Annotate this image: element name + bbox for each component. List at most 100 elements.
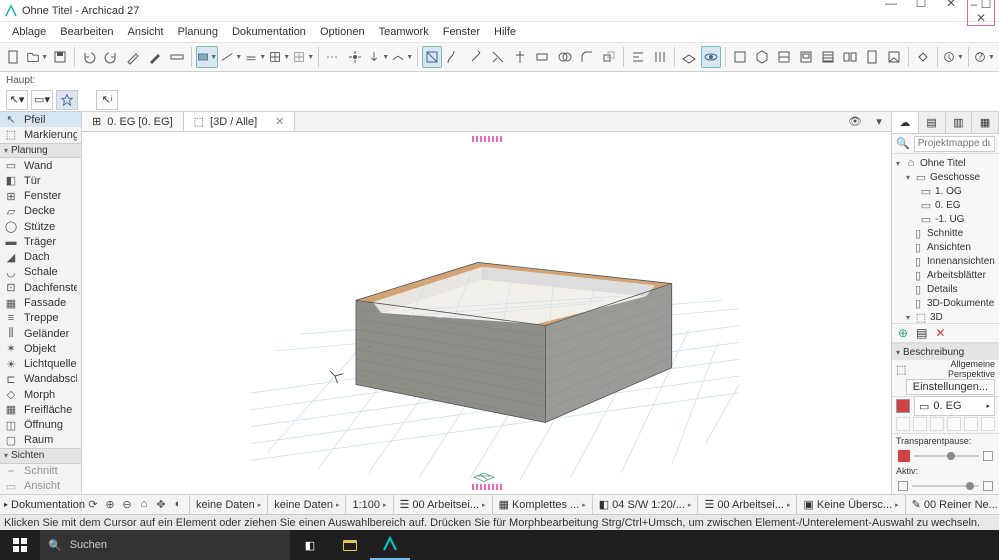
status-arbeit[interactable]: ☰00 Arbeitsei...▸	[393, 495, 492, 514]
status-zoom-icon[interactable]: ⊕	[103, 498, 117, 511]
action-center-icon[interactable]: ▼	[942, 46, 964, 68]
tool-raum[interactable]: ▢Raum	[0, 433, 81, 448]
tool-morph[interactable]: ◇Morph	[0, 387, 81, 402]
taskbar-taskview-icon[interactable]: ◧	[290, 530, 330, 560]
status-reiner[interactable]: ✎00 Reiner Ne...▸	[905, 495, 999, 514]
magic-wand-icon[interactable]	[466, 46, 486, 68]
tool-freiflaeche[interactable]: ▦Freifläche	[0, 402, 81, 417]
trim-icon[interactable]	[488, 46, 508, 68]
cursor-info-icon[interactable]: ↖i	[96, 90, 118, 110]
group-mode-icon[interactable]: ▭▾	[31, 90, 53, 110]
taskbar-app-icon[interactable]	[370, 530, 410, 560]
help-icon[interactable]: ?▼	[973, 46, 995, 68]
status-arbeit2[interactable]: ☰00 Arbeitsei...▸	[697, 495, 796, 514]
adjust-icon[interactable]	[532, 46, 552, 68]
status-scale[interactable]: 1:100▸	[345, 495, 392, 514]
tool-wand[interactable]: ▭Wand	[0, 158, 81, 173]
navigator-search-input[interactable]	[914, 136, 995, 152]
undo-icon[interactable]	[79, 46, 99, 68]
tool-schale[interactable]: ◡Schale	[0, 265, 81, 280]
toolbox-header-sichten[interactable]: Sichten	[0, 448, 81, 463]
intersect-icon[interactable]	[555, 46, 575, 68]
quick-select-icon[interactable]	[56, 90, 78, 110]
tree-3ddokumente[interactable]: ▯3D-Dokumente	[892, 296, 999, 310]
tree-props-icon[interactable]: ▤	[916, 326, 927, 340]
3d-window-icon[interactable]	[752, 46, 772, 68]
save-icon[interactable]	[50, 46, 70, 68]
tool-objekt[interactable]: ✶Objekt	[0, 341, 81, 356]
wall-tool-icon[interactable]: ▼	[196, 46, 218, 68]
tool-schnitt[interactable]: ⎯Schnitt	[0, 464, 81, 479]
tool-dach[interactable]: ◢Dach	[0, 250, 81, 265]
menu-bearbeiten[interactable]: Bearbeiten	[54, 24, 119, 40]
tool-treppe[interactable]: ≡Treppe	[0, 311, 81, 326]
taskbar-search[interactable]: 🔍Suchen	[40, 530, 290, 560]
close-tab-icon[interactable]: ✕	[275, 115, 284, 128]
nav-tab-view[interactable]: ▤	[919, 112, 946, 133]
trace-icon[interactable]	[444, 46, 464, 68]
tool-dachfenster[interactable]: ⊡Dachfenster	[0, 280, 81, 295]
layer-dropdown[interactable]: ▭0. EG▸	[914, 396, 995, 416]
status-zoomout-icon[interactable]: ⊖	[120, 498, 134, 511]
menu-planung[interactable]: Planung	[172, 24, 224, 40]
tree-floor-1og[interactable]: ▭1. OG	[892, 184, 999, 198]
snap-point-icon[interactable]	[345, 46, 365, 68]
menu-hilfe[interactable]: Hilfe	[488, 24, 522, 40]
menu-ablage[interactable]: Ablage	[6, 24, 52, 40]
tool-marquee[interactable]: ⬚Markierungsrah...	[0, 127, 81, 142]
start-button[interactable]	[0, 530, 40, 560]
inject-icon[interactable]	[145, 46, 165, 68]
status-nodata-1[interactable]: keine Daten▸	[189, 495, 267, 514]
tree-geschosse[interactable]: ▾▭Geschosse	[892, 170, 999, 184]
distribute-icon[interactable]	[650, 46, 670, 68]
tool-lichtquelle[interactable]: ☀Lichtquelle	[0, 356, 81, 371]
organizer-icon[interactable]	[840, 46, 860, 68]
schedule-icon[interactable]	[818, 46, 838, 68]
tree-new-icon[interactable]: ⊕	[898, 326, 908, 340]
library-icon[interactable]	[884, 46, 904, 68]
project-info-icon[interactable]	[862, 46, 882, 68]
resize-icon[interactable]	[599, 46, 619, 68]
guide-icon[interactable]	[323, 46, 343, 68]
grip-top[interactable]	[472, 136, 502, 142]
redo-icon[interactable]	[101, 46, 121, 68]
suspend-icon[interactable]	[422, 46, 442, 68]
tree-3d[interactable]: ▾⬚3D	[892, 310, 999, 323]
tab-menu-icon[interactable]: ▾	[867, 112, 891, 131]
tree-schnitte[interactable]: ▯Schnitte	[892, 226, 999, 240]
tree-floor-0eg[interactable]: ▭0. EG	[892, 198, 999, 212]
menu-optionen[interactable]: Optionen	[314, 24, 371, 40]
pickup-icon[interactable]	[123, 46, 143, 68]
layout-icon[interactable]	[796, 46, 816, 68]
split-icon[interactable]	[510, 46, 530, 68]
tool-oeffnung[interactable]: ◫Öffnung	[0, 418, 81, 433]
tree-root[interactable]: ▾⌂Ohne Titel	[892, 156, 999, 170]
tool-stuetze[interactable]: ◯Stütze	[0, 219, 81, 234]
edit-plane-icon[interactable]	[679, 46, 699, 68]
grip-bottom[interactable]	[472, 484, 502, 490]
new-icon[interactable]	[4, 46, 24, 68]
3d-viewport[interactable]: ·	[82, 132, 891, 494]
tool-gelaender[interactable]: ⫼Geländer	[0, 326, 81, 341]
tab-overview-icon[interactable]: 👁	[843, 112, 867, 131]
tool-fassade[interactable]: ▦Fassade	[0, 295, 81, 310]
gravity-icon[interactable]: ▼	[367, 46, 389, 68]
measure-icon[interactable]	[167, 46, 187, 68]
menu-dokumentation[interactable]: Dokumentation	[226, 24, 312, 40]
status-sw[interactable]: ◧04 S/W 1:20/...▸	[592, 495, 698, 514]
tool-traeger[interactable]: ▬Träger	[0, 234, 81, 249]
status-home-icon[interactable]: ⌂	[137, 498, 151, 511]
beschreibung-header[interactable]: Beschreibung	[892, 344, 999, 360]
surface-snap-icon[interactable]: ▼	[391, 46, 413, 68]
status-orbit-icon[interactable]: ◐	[171, 498, 185, 511]
aktiv-slider[interactable]	[892, 478, 999, 494]
menu-fenster[interactable]: Fenster	[437, 24, 486, 40]
toolbox-header-planung[interactable]: Planung	[0, 143, 81, 158]
tool-arrow[interactable]: ↖Pfeil	[0, 112, 81, 127]
fillet-icon[interactable]	[577, 46, 597, 68]
transparency-slider[interactable]	[892, 448, 999, 464]
tree-details[interactable]: ▯Details	[892, 282, 999, 296]
arrow-mode-icon[interactable]: ↖▾	[6, 90, 28, 110]
menu-teamwork[interactable]: Teamwork	[373, 24, 435, 40]
status-pan-icon[interactable]: ✥	[154, 498, 168, 511]
